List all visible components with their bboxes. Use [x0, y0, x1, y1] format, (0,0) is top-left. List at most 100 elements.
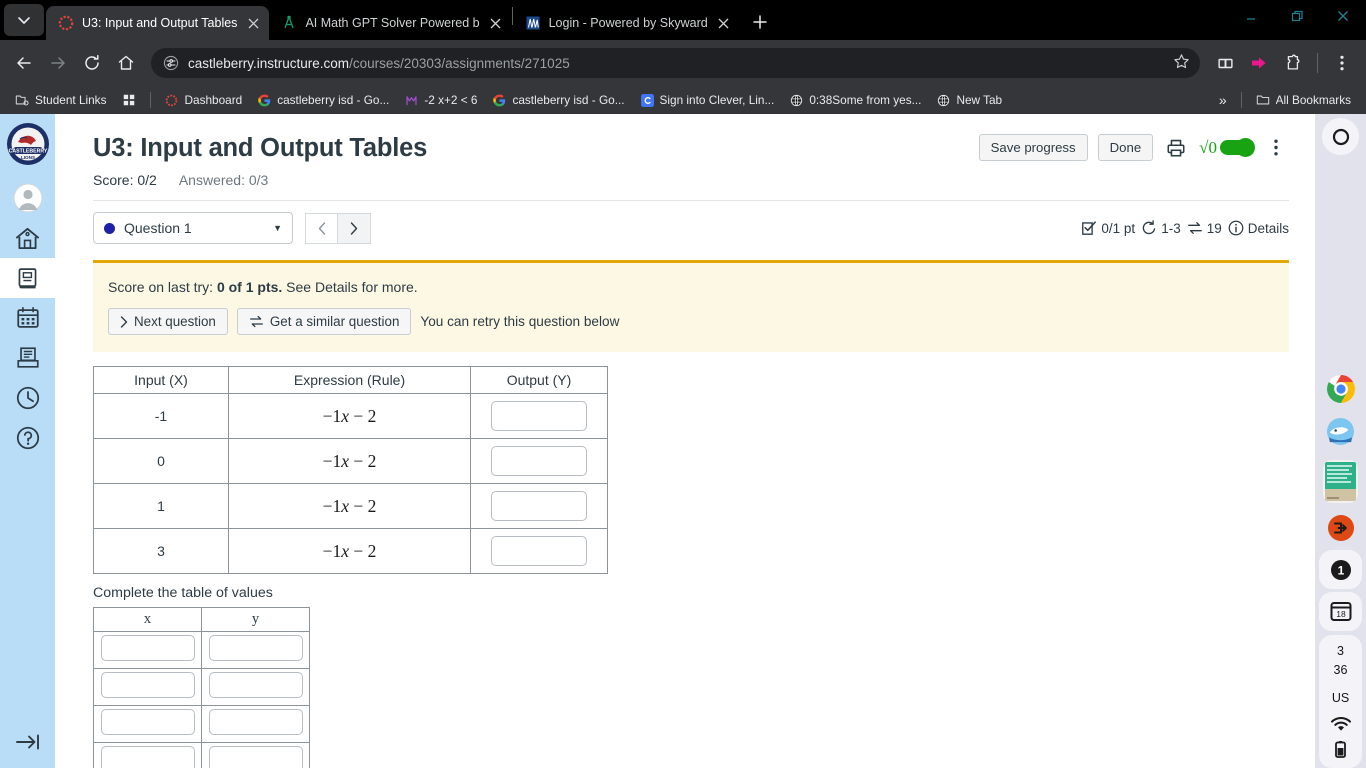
bookmark-dashboard[interactable]: Dashboard — [158, 90, 249, 110]
assignment-kebab-button[interactable] — [1263, 135, 1289, 161]
print-button[interactable] — [1163, 135, 1189, 161]
bookmark-star-button[interactable] — [1173, 53, 1190, 73]
output-input-field[interactable] — [491, 401, 587, 431]
maximize-button[interactable] — [1274, 0, 1320, 32]
banner-similar-question-button[interactable]: Get a similar question — [236, 308, 412, 335]
new-tab-button[interactable] — [746, 8, 774, 36]
expression-cell: −1x − 2 — [228, 393, 471, 439]
banner-next-question-button[interactable]: Next question — [108, 308, 228, 335]
extensions-button[interactable] — [1277, 47, 1309, 79]
tab-close-button[interactable] — [716, 15, 732, 31]
bookmark-label: Student Links — [35, 93, 107, 107]
reload-button[interactable] — [76, 47, 108, 79]
next-question-button[interactable] — [338, 212, 371, 244]
bookmark-castleberry-isd-1[interactable]: castleberry isd - Go... — [251, 90, 396, 110]
output-input-field[interactable] — [491, 491, 587, 521]
chrome-taskbar-button[interactable] — [1319, 369, 1362, 410]
all-bookmarks-button[interactable]: All Bookmarks — [1249, 90, 1358, 110]
y-input-field[interactable] — [208, 634, 303, 661]
home-button[interactable] — [110, 47, 142, 79]
calendar-day-icon: 18 — [1330, 602, 1351, 622]
table-row: -1 −1x − 2 — [93, 393, 608, 439]
save-progress-button[interactable]: Save progress — [978, 134, 1088, 161]
sidebar-item-history[interactable] — [0, 378, 55, 418]
back-button[interactable] — [8, 47, 40, 79]
bookmark-student-links[interactable]: Student Links — [8, 90, 113, 110]
address-bar[interactable]: castleberry.instructure.com/courses/2030… — [151, 48, 1200, 78]
google-icon — [493, 94, 506, 106]
details-label: Details — [1247, 220, 1289, 236]
x-input-field[interactable] — [100, 634, 195, 661]
kebab-menu-icon — [1274, 139, 1278, 156]
clever-icon — [640, 93, 654, 107]
bookmark-new-tab[interactable]: New Tab — [930, 90, 1009, 110]
details-button[interactable]: Details — [1228, 220, 1289, 236]
tab-search-button[interactable] — [4, 4, 44, 36]
bookmark-apps-grid[interactable] — [115, 90, 143, 110]
bookmark-some-from-yesterday[interactable]: 0:38Some from yes... — [783, 90, 928, 110]
swap-icon — [1187, 222, 1202, 234]
question-selector[interactable]: Question 1 ▼ — [93, 212, 293, 244]
tab-close-button[interactable] — [245, 15, 261, 31]
sidebar-item-calendar[interactable] — [0, 298, 55, 338]
bookmark-clever[interactable]: Sign into Clever, Lin... — [634, 90, 782, 110]
done-button[interactable]: Done — [1097, 134, 1154, 161]
tab-login-skyward[interactable]: Login - Powered by Skyward — [513, 6, 740, 40]
close-button[interactable] — [1320, 0, 1366, 32]
expr-constant: − 2 — [353, 450, 377, 471]
output-input-field[interactable] — [491, 536, 587, 566]
answered-label: Answered: 0/3 — [178, 172, 269, 188]
blue-app-taskbar-button[interactable] — [1319, 410, 1362, 454]
sidebar-item-help[interactable] — [0, 418, 55, 458]
url-text: castleberry.instructure.com/courses/2030… — [188, 56, 570, 71]
forward-button[interactable] — [42, 47, 74, 79]
tab-close-button[interactable] — [488, 15, 504, 31]
minimize-button[interactable] — [1228, 0, 1274, 32]
chrome-menu-button[interactable] — [1326, 47, 1358, 79]
x-input-field[interactable] — [100, 708, 195, 735]
checkbox-icon — [1082, 221, 1097, 235]
system-status-tray[interactable]: 3 36 US — [1319, 634, 1362, 768]
bookmarks-overflow-button[interactable]: » — [1212, 89, 1234, 111]
x-input-field[interactable] — [100, 671, 195, 698]
chrome-icon — [1326, 375, 1355, 404]
bookmark-divider — [150, 92, 152, 108]
x-input-field[interactable] — [100, 745, 195, 768]
previous-question-button[interactable] — [305, 212, 338, 244]
y-input-field[interactable] — [208, 745, 303, 768]
math-preview-toggle[interactable]: √0 — [1199, 138, 1255, 158]
banner-score: 0 of 1 pts. — [216, 279, 283, 295]
copilot-button[interactable] — [1322, 118, 1359, 155]
toggle-track[interactable] — [1220, 138, 1255, 157]
sidebar-item-inbox[interactable] — [0, 338, 55, 378]
xy-table-prompt: Complete the table of values — [93, 585, 273, 601]
question-selector-label: Question 1 — [124, 220, 192, 236]
retry-icon — [1142, 220, 1156, 235]
y-input-field[interactable] — [208, 671, 303, 698]
tab-u3-input-output-tables[interactable]: U3: Input and Output Tables — [46, 6, 270, 40]
sidebar-expand-button[interactable] — [0, 722, 55, 762]
bookmark-castleberry-isd-2[interactable]: castleberry isd - Go... — [486, 90, 631, 110]
screenshot-thumbnail-button[interactable] — [1319, 453, 1362, 509]
tune-icon[interactable] — [163, 55, 179, 71]
calendar-day-button[interactable]: 18 — [1319, 592, 1362, 631]
tab-title: Login - Powered by Skyward — [548, 16, 708, 30]
sidebar-item-account[interactable] — [0, 178, 55, 218]
sidebar-item-courses[interactable] — [0, 258, 55, 298]
expr-coefficient: −1 — [322, 450, 342, 471]
bookmark-mathway[interactable]: -2 x+2 < 6 — [398, 90, 484, 110]
pink-arrow-extension-icon — [1252, 57, 1266, 69]
tab-ai-math-gpt-solver[interactable]: AI Math GPT Solver Powered b — [269, 6, 511, 40]
pink-arrow-extension-button[interactable] — [1243, 47, 1275, 79]
output-input-field[interactable] — [491, 446, 587, 476]
star-icon — [1174, 54, 1189, 69]
castleberry-lions-logo[interactable]: CASTLEBERRY LIONS — [6, 122, 50, 166]
x-cell — [93, 631, 202, 669]
notification-badge-button[interactable]: 1 — [1319, 550, 1362, 590]
table-row: 0 −1x − 2 — [93, 438, 608, 484]
split-screen-button[interactable] — [1209, 47, 1241, 79]
y-input-field[interactable] — [208, 708, 303, 735]
sidebar-item-dashboard[interactable] — [0, 218, 55, 258]
banner-next-question-label: Next question — [134, 314, 216, 329]
login-taskbar-button[interactable] — [1319, 509, 1362, 546]
